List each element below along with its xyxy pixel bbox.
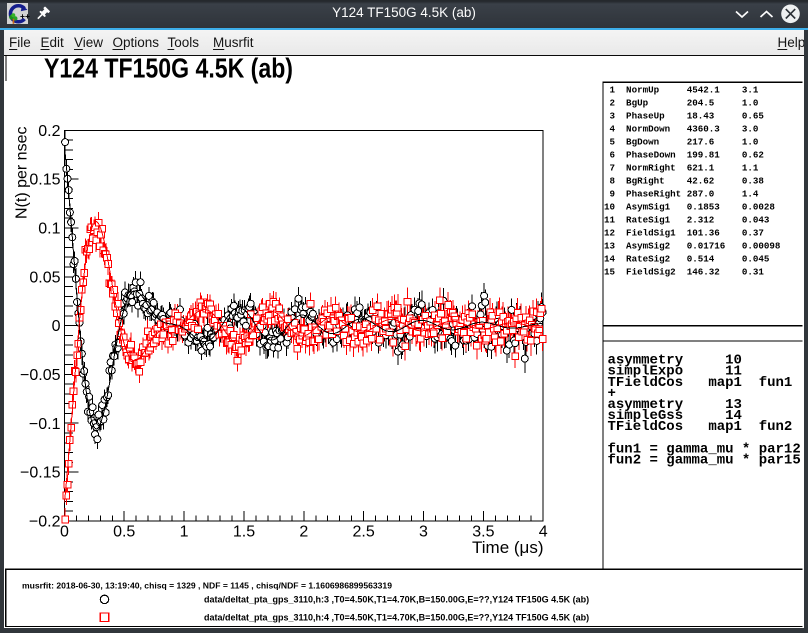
svg-text:2.5: 2.5 bbox=[352, 524, 374, 541]
svg-text:1 NormUp 4542.1 3.1: 1 NormUp 4542.1 3.1 bbox=[604, 84, 759, 95]
svg-text:N(t) per nsec: N(t) per nsec bbox=[14, 127, 31, 219]
svg-text:Time (μs): Time (μs) bbox=[472, 538, 544, 557]
svg-text:0.2: 0.2 bbox=[38, 123, 60, 140]
svg-text:8 BgRight 42.62 0.38: 8 BgRight 42.62 0.38 bbox=[604, 175, 764, 186]
svg-text:11 RateSig1 2.312 0.043: 11 RateSig1 2.312 0.043 bbox=[604, 214, 770, 225]
svg-text:Y124 TF150G 4.5K (ab): Y124 TF150G 4.5K (ab) bbox=[44, 54, 293, 83]
svg-text:14 RateSig2 0.514 0.045: 14 RateSig2 0.514 0.045 bbox=[604, 253, 770, 264]
svg-text:data/deltat_pta_gps_3110,h:3 ,: data/deltat_pta_gps_3110,h:3 ,T0=4.50K,T… bbox=[204, 594, 589, 604]
svg-text:3: 3 bbox=[419, 524, 428, 541]
svg-text:musrfit: 2018-06-30, 13:19:40,: musrfit: 2018-06-30, 13:19:40, chisq = 1… bbox=[22, 580, 392, 590]
svg-text:−0.2: −0.2 bbox=[29, 513, 61, 530]
svg-text:0: 0 bbox=[60, 524, 69, 541]
svg-text:3 PhaseUp 18.43 0.65: 3 PhaseUp 18.43 0.65 bbox=[604, 110, 764, 121]
svg-text:15 FieldSig2 146.32 0.31: 15 FieldSig2 146.32 0.31 bbox=[604, 266, 764, 277]
svg-text:6 PhaseDown 199.81 0.62: 6 PhaseDown 199.81 0.62 bbox=[604, 149, 764, 160]
svg-text:5 BgDown 217.6 1.0: 5 BgDown 217.6 1.0 bbox=[604, 136, 758, 147]
svg-text:0: 0 bbox=[52, 318, 61, 335]
svg-text:−0.05: −0.05 bbox=[20, 367, 61, 384]
svg-text:++: ++ bbox=[20, 11, 30, 21]
svg-text:data/deltat_pta_gps_3110,h:4 ,: data/deltat_pta_gps_3110,h:4 ,T0=4.50K,T… bbox=[204, 612, 589, 622]
svg-text:13 AsymSig2 0.01716 0.000: 13 AsymSig2 0.01716 0.00098 bbox=[604, 240, 781, 251]
svg-text:0.1: 0.1 bbox=[38, 221, 60, 238]
svg-text:TFieldCos map1 fun2: TFieldCos map1 fun2 bbox=[608, 419, 793, 435]
svg-text:0.05: 0.05 bbox=[29, 269, 60, 286]
svg-text:10 AsymSig1 0.1853 0.002: 10 AsymSig1 0.1853 0.0028 bbox=[604, 201, 775, 212]
svg-text:TFieldCos map1 fun1: TFieldCos map1 fun1 bbox=[608, 375, 793, 391]
svg-text:9 PhaseRight 287.0 1.4: 9 PhaseRight 287.0 1.4 bbox=[604, 188, 759, 199]
svg-text:1.5: 1.5 bbox=[233, 524, 255, 541]
svg-text:4 NormDown 4360.3 3.0: 4 NormDown 4360.3 3.0 bbox=[604, 123, 758, 134]
svg-text:1: 1 bbox=[180, 524, 189, 541]
svg-text:12 FieldSig1 101.36 0.37: 12 FieldSig1 101.36 0.37 bbox=[604, 227, 764, 238]
svg-text:−0.1: −0.1 bbox=[29, 416, 61, 433]
svg-text:7 NormRight 621.1 1.1: 7 NormRight 621.1 1.1 bbox=[604, 162, 759, 173]
svg-text:2 BgUp 204.5 1.0: 2 BgUp 204.5 1.0 bbox=[604, 97, 758, 108]
svg-text:0.15: 0.15 bbox=[29, 172, 60, 189]
svg-text:fun2 = gamma_mu * par15: fun2 = gamma_mu * par15 bbox=[608, 453, 801, 469]
svg-text:−0.15: −0.15 bbox=[20, 465, 61, 482]
svg-text:0.5: 0.5 bbox=[113, 524, 135, 541]
svg-text:2: 2 bbox=[299, 524, 308, 541]
